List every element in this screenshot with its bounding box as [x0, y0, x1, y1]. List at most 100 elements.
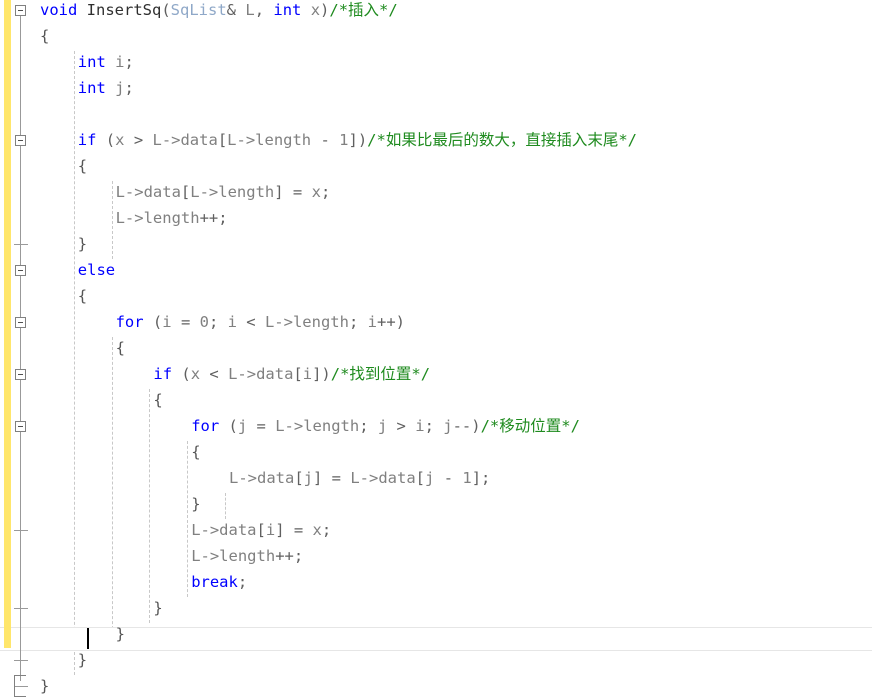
fold-gutter[interactable]	[0, 0, 34, 697]
code-token-punct: ;	[348, 313, 368, 331]
code-line[interactable]: {	[153, 387, 162, 413]
code-token-punct: =	[171, 313, 200, 331]
code-token-punct: ;	[124, 53, 134, 71]
code-token-comment: /*插入*/	[329, 1, 398, 19]
code-token-ident: i	[265, 521, 276, 539]
code-token-punct: &	[226, 1, 246, 19]
code-line[interactable]: {	[40, 23, 49, 49]
code-line[interactable]: L->length++;	[191, 543, 303, 569]
code-token-punct: )	[320, 1, 330, 19]
code-token-keyword: int	[77, 53, 106, 71]
code-token-punct: ++)	[376, 313, 405, 331]
code-token-ident: j	[237, 417, 248, 435]
code-token-punct: (	[96, 131, 116, 149]
fold-toggle-icon[interactable]	[15, 265, 26, 276]
code-token-punct: --)	[452, 417, 481, 435]
code-token-punct: ;	[124, 79, 134, 97]
code-token-punct: [	[293, 365, 303, 383]
code-line[interactable]: for (i = 0; i < L->length; i++)	[116, 309, 405, 335]
code-token-ident: x	[311, 183, 321, 201]
code-token-ident: i	[227, 313, 237, 331]
code-token-comment: /*找到位置*/	[330, 365, 431, 383]
code-token-brace: }	[40, 677, 50, 695]
fold-region-tick	[14, 660, 28, 661]
code-token-punct: ])	[312, 365, 331, 383]
code-line[interactable]: {	[78, 153, 87, 179]
code-line[interactable]: if (x < L->data[i])/*找到位置*/	[153, 361, 430, 387]
code-line[interactable]: {	[116, 335, 125, 361]
code-line[interactable]: if (x > L->data[L->length - 1])/*如果比最后的数…	[78, 127, 637, 153]
code-line[interactable]: {	[191, 439, 200, 465]
fold-toggle-icon[interactable]	[15, 5, 26, 16]
code-token-punct: (	[161, 1, 171, 19]
code-line[interactable]: int j;	[78, 75, 134, 101]
fold-toggle-icon[interactable]	[15, 369, 26, 380]
code-token-punct: ,	[254, 1, 274, 19]
code-line[interactable]: int i;	[78, 49, 134, 75]
code-token-plain: InsertSq	[86, 1, 162, 19]
code-line[interactable]: }	[116, 621, 125, 647]
code-token-ident: x	[310, 1, 321, 19]
code-token-ident: i	[302, 365, 313, 383]
code-token-ident: j	[377, 417, 388, 435]
indent-guide	[149, 389, 151, 623]
code-token-punct: [	[294, 469, 304, 487]
current-line-highlight	[0, 627, 872, 651]
code-line[interactable]: L->data[i] = x;	[191, 517, 331, 543]
code-token-brace: {	[77, 287, 88, 305]
code-token-punct: -	[311, 131, 340, 149]
code-token-punct: ] =	[313, 469, 351, 487]
code-token-ident: i	[367, 313, 377, 331]
code-token-brace: {	[40, 27, 50, 45]
code-token-punct: (	[219, 417, 238, 435]
code-line[interactable]: {	[78, 283, 87, 309]
code-editor-window[interactable]: void InsertSq(SqList& L, int x)/*插入*/ { in…	[0, 0, 872, 697]
code-token-comment: /*如果比最后的数大，直接插入末尾*/	[367, 131, 638, 149]
indent-guide	[111, 181, 113, 259]
code-line[interactable]: }	[78, 647, 87, 673]
code-token-ident: L->length	[115, 209, 200, 227]
fold-connector-line	[20, 15, 21, 681]
code-line[interactable]: for (j = L->length; j > i; j--)/*移动位置*/	[191, 413, 580, 439]
code-token-brace: {	[115, 339, 125, 357]
code-line[interactable]: else	[78, 257, 115, 283]
code-line[interactable]: void InsertSq(SqList& L, int x)/*插入*/	[40, 0, 398, 23]
code-token-punct: (	[172, 365, 191, 383]
code-token-punct: ] =	[275, 521, 313, 539]
code-token-brace: }	[115, 625, 125, 643]
code-token-keyword: for	[191, 417, 220, 435]
code-line[interactable]: L->data[L->length] = x;	[116, 179, 331, 205]
code-token-ident: j	[443, 417, 453, 435]
code-line[interactable]: L->data[j] = L->data[j - 1];	[229, 465, 490, 491]
fold-toggle-icon[interactable]	[15, 421, 26, 432]
fold-toggle-icon[interactable]	[15, 317, 26, 328]
code-token-ident: i	[415, 417, 425, 435]
code-token-punct: ;	[359, 417, 378, 435]
code-line[interactable]: }	[78, 231, 87, 257]
code-token-punct: ])	[348, 131, 368, 149]
code-token-ident: x	[312, 521, 322, 539]
fold-toggle-icon[interactable]	[15, 135, 26, 146]
code-line[interactable]: L->length++;	[116, 205, 228, 231]
code-token-comment: /*移动位置*/	[480, 417, 580, 435]
code-surface	[0, 0, 872, 694]
code-token-ident: L->data	[350, 469, 416, 487]
code-token-keyword: for	[115, 313, 144, 331]
code-token-punct: [	[217, 131, 228, 149]
code-token-punct: [	[180, 183, 191, 201]
code-line[interactable]: break;	[191, 569, 247, 595]
code-line[interactable]: }	[191, 491, 200, 517]
code-line[interactable]: }	[153, 595, 162, 621]
code-token-ident: x	[190, 365, 201, 383]
code-token-punct: <	[200, 365, 229, 383]
code-token-keyword: else	[77, 261, 116, 279]
code-token-punct: ] =	[274, 183, 312, 201]
code-token-punct: ;	[321, 521, 332, 539]
code-token-punct: ;	[320, 183, 331, 201]
code-token-punct: ;	[424, 417, 444, 435]
indent-guide	[187, 441, 189, 597]
code-line[interactable]: }	[40, 673, 49, 699]
fold-region-tick	[14, 530, 28, 531]
